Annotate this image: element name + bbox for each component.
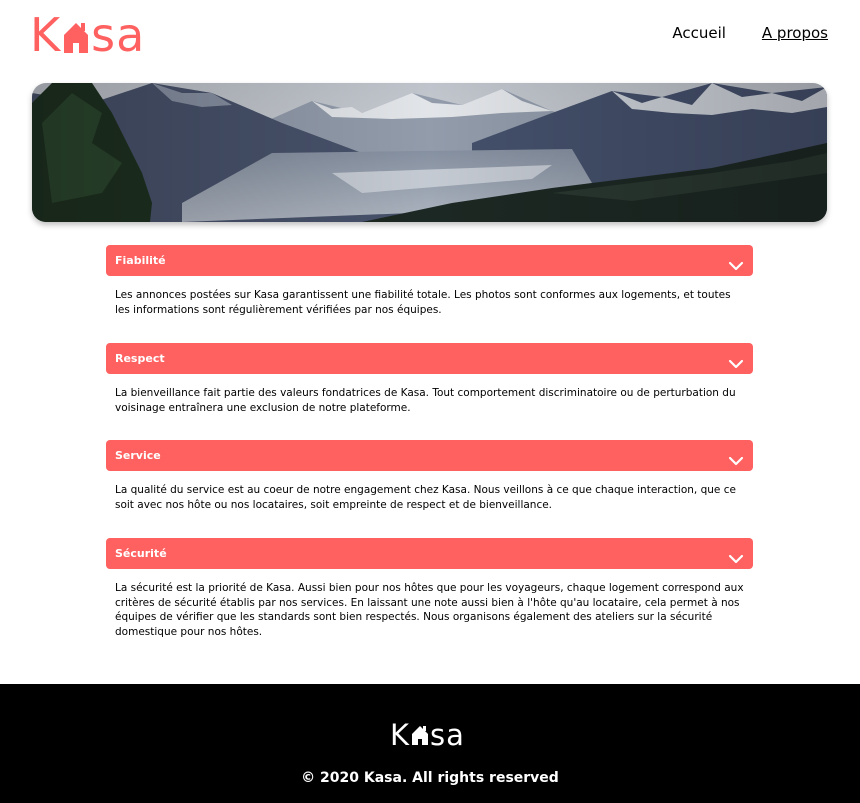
collapse-securite: Sécurité La sécurité est la priorité de … <box>106 538 753 648</box>
nav-accueil[interactable]: Accueil <box>672 24 726 42</box>
collapse-header-respect[interactable]: Respect <box>106 343 753 374</box>
collapse-text: La sécurité est la priorité de Kasa. Aus… <box>115 582 744 638</box>
collapse-header-fiabilite[interactable]: Fiabilité <box>106 245 753 276</box>
logo-letter-k: K <box>30 8 62 62</box>
chevron-down-icon[interactable] <box>728 354 744 368</box>
footer-kasa-logo[interactable]: K sa <box>390 718 465 750</box>
logo-letters-sa: sa <box>91 8 146 62</box>
collapse-fiabilite: Fiabilité Les annonces postées sur Kasa … <box>106 245 753 343</box>
collapse-list: Fiabilité Les annonces postées sur Kasa … <box>106 245 753 648</box>
house-icon <box>411 724 429 750</box>
collapse-title: Service <box>115 449 161 462</box>
chevron-down-icon[interactable] <box>728 451 744 465</box>
copyright-text: © 2020 Kasa. All rights reserved <box>301 770 559 786</box>
mountain-landscape-image <box>32 83 827 222</box>
collapse-title: Respect <box>115 352 165 365</box>
collapse-service: Service La qualité du service est au coe… <box>106 440 753 538</box>
nav-a-propos[interactable]: A propos <box>762 24 828 42</box>
header: K sa Accueil A propos <box>0 0 860 70</box>
kasa-logo[interactable]: K sa <box>30 10 145 58</box>
logo-letter-k: K <box>390 718 411 752</box>
collapse-text: La bienveillance fait partie des valeurs… <box>115 387 736 414</box>
chevron-down-icon[interactable] <box>728 256 744 270</box>
collapse-header-service[interactable]: Service <box>106 440 753 471</box>
logo-letters-sa: sa <box>430 718 465 752</box>
collapse-respect: Respect La bienveillance fait partie des… <box>106 343 753 440</box>
collapse-text: La qualité du service est au coeur de no… <box>115 484 736 511</box>
collapse-title: Fiabilité <box>115 254 166 267</box>
collapse-title: Sécurité <box>115 547 167 560</box>
chevron-down-icon[interactable] <box>728 549 744 563</box>
collapse-header-securite[interactable]: Sécurité <box>106 538 753 569</box>
collapse-text: Les annonces postées sur Kasa garantisse… <box>115 289 731 316</box>
footer: K sa © 2020 Kasa. All rights reserved <box>0 684 860 803</box>
main-nav: Accueil A propos <box>672 24 828 42</box>
about-banner <box>32 83 827 222</box>
page: K sa Accueil A propos Fiabilité Les anno… <box>0 0 860 803</box>
house-icon <box>62 20 90 58</box>
